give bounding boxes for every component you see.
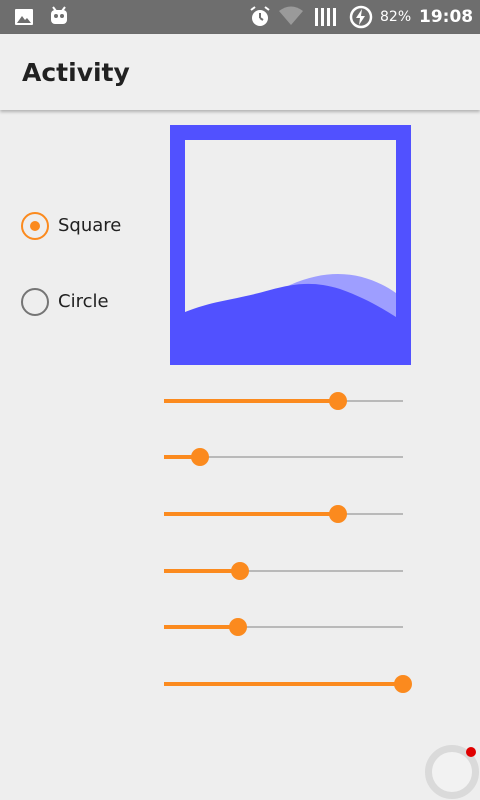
- slider-5[interactable]: [164, 615, 403, 639]
- wave-view: [170, 125, 411, 365]
- radio-square-label: Square: [58, 215, 122, 236]
- radio-checked-icon: [21, 212, 49, 240]
- slider-6[interactable]: [164, 672, 412, 696]
- page-title: Activity: [22, 58, 130, 87]
- slider-thumb[interactable]: [329, 392, 347, 410]
- slider-3[interactable]: [164, 502, 403, 526]
- slider-thumb[interactable]: [231, 562, 249, 580]
- slider-2[interactable]: [164, 445, 403, 469]
- app-bar: Activity: [0, 34, 480, 110]
- slider-fill: [164, 512, 338, 516]
- slider-thumb[interactable]: [329, 505, 347, 523]
- slider-1[interactable]: [164, 389, 403, 413]
- clock: 19:08: [419, 7, 474, 27]
- slider-fill: [164, 625, 238, 629]
- slider-thumb[interactable]: [229, 618, 247, 636]
- battery-charging-icon: [349, 5, 373, 29]
- slider-thumb[interactable]: [394, 675, 412, 693]
- slider-fill: [164, 682, 403, 686]
- wifi-icon: [279, 6, 303, 25]
- slider-4[interactable]: [164, 559, 403, 583]
- battery-percent: 82%: [380, 9, 412, 25]
- slider-fill: [164, 399, 338, 403]
- slider-fill: [164, 569, 240, 573]
- slider-thumb[interactable]: [191, 448, 209, 466]
- alarm-icon: [250, 6, 270, 26]
- radio-circle-label: Circle: [58, 291, 109, 312]
- radio-unchecked-icon: [21, 288, 49, 316]
- radio-dot: [30, 221, 40, 231]
- notification-dot: [466, 747, 476, 757]
- signal-icon: [315, 8, 336, 26]
- image-icon: [15, 9, 33, 25]
- status-bar: 82% 19:08: [0, 0, 480, 34]
- android-debug-icon: [51, 6, 67, 24]
